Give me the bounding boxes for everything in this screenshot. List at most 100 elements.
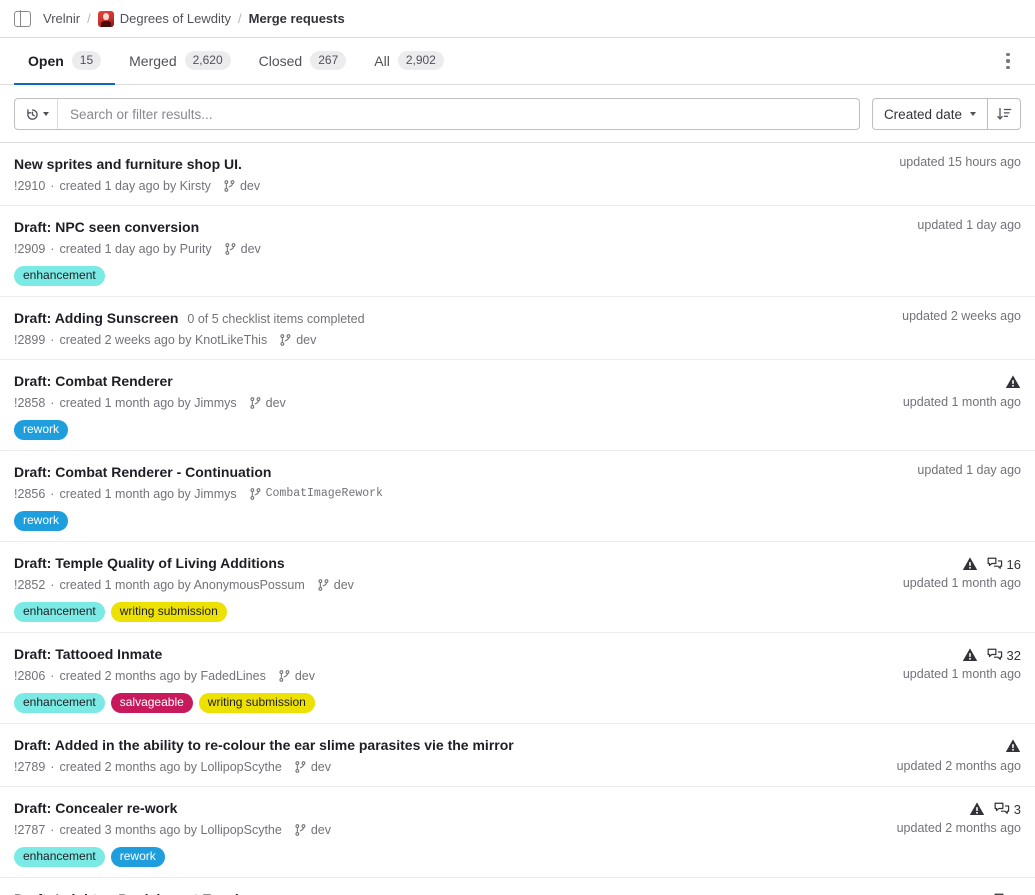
updated-timestamp: updated 2 months ago — [896, 759, 1021, 773]
merge-request-title-link[interactable]: New sprites and furniture shop UI. — [14, 154, 242, 174]
label-chip[interactable]: rework — [110, 847, 165, 867]
merge-request-meta: !2909 · created 1 day ago by Purity dev — [14, 240, 879, 258]
source-branch[interactable]: dev — [294, 758, 331, 776]
branch-name: dev — [333, 578, 354, 592]
merge-request-title-link[interactable]: Draft: Tattooed Inmate — [14, 644, 162, 664]
merge-request-content: New sprites and furniture shop UI. !2910 ·… — [14, 154, 879, 195]
branch-name: dev — [296, 333, 317, 347]
merge-request-status: updated 1 month ago — [891, 371, 1021, 440]
merge-request-row[interactable]: Draft: Combat Renderer - Continuation !28… — [0, 451, 1035, 542]
merge-request-title-line: New sprites and furniture shop UI. — [14, 154, 879, 174]
merge-request-row[interactable]: New sprites and furniture shop UI. !2910 ·… — [0, 143, 1035, 206]
tab-closed[interactable]: Closed 267 — [245, 38, 361, 85]
merge-request-row[interactable]: Draft: Combat Renderer !2858 · created 1 mo… — [0, 360, 1035, 451]
merge-request-meta: !2899 · created 2 weeks ago by KnotLikeThi… — [14, 331, 879, 349]
tab-all[interactable]: All 2,902 — [360, 38, 458, 85]
merge-request-content: Draft: Concealer re-work !2787 · created 3 … — [14, 798, 879, 867]
meta-separator: · — [50, 242, 55, 256]
label-chip[interactable]: rework — [14, 511, 69, 531]
merge-request-title-link[interactable]: Draft: Leighton Punishment Evasion — [14, 889, 256, 895]
status-icons: 16 — [962, 554, 1021, 574]
tab-merged-label: Merged — [129, 52, 177, 69]
label-list: enhancement rework — [14, 847, 879, 867]
conflict-warning-icon — [969, 801, 985, 817]
label-list: rework — [14, 420, 879, 440]
breadcrumb-project-link[interactable]: Degrees of Lewdity — [120, 11, 231, 26]
branch-icon — [294, 823, 307, 837]
breadcrumb-separator-2: / — [238, 11, 242, 26]
label-list: enhancement — [14, 266, 879, 286]
merge-request-row[interactable]: Draft: Leighton Punishment Evasion!2669·… — [0, 878, 1035, 895]
branch-name: dev — [294, 669, 315, 683]
source-branch[interactable]: dev — [317, 576, 354, 594]
label-chip[interactable]: enhancement — [14, 602, 105, 622]
tab-open-label: Open — [28, 52, 64, 69]
merge-request-title-line: Draft: Concealer re-work — [14, 798, 879, 818]
updated-timestamp: updated 15 hours ago — [899, 155, 1021, 169]
source-branch[interactable]: dev — [224, 240, 261, 258]
sort-by-dropdown[interactable]: Created date — [871, 98, 987, 130]
label-chip[interactable]: enhancement — [14, 693, 105, 713]
sort-descending-icon[interactable] — [987, 98, 1021, 130]
source-branch[interactable]: dev — [278, 667, 315, 685]
label-chip[interactable]: salvageable — [110, 693, 193, 713]
merge-request-row[interactable]: Draft: Tattooed Inmate !2806 · created 2 mo… — [0, 633, 1035, 724]
label-chip[interactable]: writing submission — [110, 602, 227, 622]
comment-count-group[interactable]: 32 — [987, 648, 1021, 663]
label-chip[interactable]: enhancement — [14, 847, 105, 867]
merge-request-title-link[interactable]: Draft: Added in the ability to re-colour… — [14, 735, 514, 755]
filter-bar: Created date — [0, 85, 1035, 142]
tab-merged[interactable]: Merged 2,620 — [115, 38, 245, 85]
merge-request-content: Draft: Added in the ability to re-colour… — [14, 735, 879, 776]
tab-closed-count: 267 — [310, 51, 347, 70]
merge-request-meta: !2910 · created 1 day ago by Kirsty dev — [14, 177, 879, 195]
merge-request-row[interactable]: Draft: Concealer re-work !2787 · created 3 … — [0, 787, 1035, 878]
merge-request-row[interactable]: Draft: NPC seen conversion !2909 · created … — [0, 206, 1035, 297]
sidebar-toggle-icon[interactable] — [14, 9, 31, 28]
label-chip[interactable]: enhancement — [14, 266, 105, 286]
sort-by-label: Created date — [883, 106, 962, 122]
merge-request-author-info: created 1 month ago by AnonymousPossum — [59, 578, 305, 592]
source-branch[interactable]: dev — [279, 331, 316, 349]
conflict-warning-icon — [1005, 375, 1021, 388]
status-icons — [1005, 736, 1021, 756]
source-branch[interactable]: dev — [294, 821, 331, 839]
merge-request-meta: !2787 · created 3 months ago by LollipopSc… — [14, 821, 879, 839]
breadcrumb: Vrelnir / Degrees of Lewdity / Merge req… — [0, 0, 1035, 38]
label-chip[interactable]: rework — [14, 420, 69, 440]
kebab-menu-icon[interactable] — [995, 48, 1021, 74]
merge-request-title-link[interactable]: Draft: Adding Sunscreen — [14, 308, 178, 328]
meta-separator: · — [50, 487, 55, 501]
search-input[interactable] — [58, 99, 859, 129]
branch-icon — [294, 760, 307, 774]
tab-open[interactable]: Open 15 — [14, 38, 116, 85]
merge-request-author-info: created 3 months ago by LollipopScythe — [59, 823, 282, 837]
breadcrumb-group-link[interactable]: Vrelnir — [43, 11, 80, 26]
comment-count-group[interactable]: 3 — [994, 802, 1021, 817]
comment-count-group[interactable]: 16 — [987, 557, 1021, 572]
merge-request-id: !2787 — [14, 823, 46, 837]
branch-name: dev — [310, 823, 331, 837]
merge-request-row[interactable]: Draft: Temple Quality of Living Addition… — [0, 542, 1035, 633]
comments-icon — [987, 557, 1003, 572]
source-branch[interactable]: dev — [223, 177, 260, 195]
branch-name: dev — [239, 179, 261, 193]
page-title: Merge requests — [248, 11, 345, 26]
recent-searches-icon[interactable] — [15, 99, 58, 129]
merge-request-row[interactable]: Draft: Added in the ability to re-colour… — [0, 724, 1035, 787]
merge-request-status: 16 updated 1 month ago — [891, 553, 1021, 622]
merge-request-title-link[interactable]: Draft: Combat Renderer — [14, 371, 173, 391]
merge-request-status: updated 1 day ago — [891, 462, 1021, 531]
label-chip[interactable]: writing submission — [198, 693, 315, 713]
merge-request-row[interactable]: Draft: Adding Sunscreen 0 of 5 checklist … — [0, 297, 1035, 360]
merge-request-title-link[interactable]: Draft: NPC seen conversion — [14, 217, 199, 237]
source-branch[interactable]: dev — [249, 394, 286, 412]
merge-request-title-link[interactable]: Draft: Temple Quality of Living Addition… — [14, 553, 285, 573]
source-branch[interactable]: CombatImageRework — [249, 485, 383, 503]
merge-request-content: Draft: Leighton Punishment Evasion!2669·… — [14, 889, 879, 895]
branch-icon — [249, 487, 262, 501]
merge-request-title-link[interactable]: Draft: Concealer re-work — [14, 798, 177, 818]
merge-request-title-line: Draft: NPC seen conversion — [14, 217, 879, 237]
merge-request-title-line: Draft: Added in the ability to re-colour… — [14, 735, 879, 755]
merge-request-title-link[interactable]: Draft: Combat Renderer - Continuation — [14, 462, 271, 482]
